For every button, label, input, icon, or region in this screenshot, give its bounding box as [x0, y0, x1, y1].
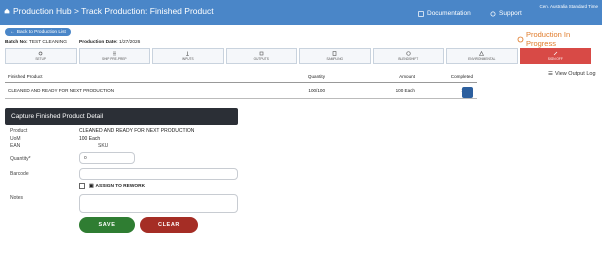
step-tabs: Setup Ship Pre-Prep Inputs Outputs Sampl…: [5, 48, 591, 64]
view-output-log-label: View Output Log: [554, 71, 596, 77]
breadcrumb: Production Hub > Track Production: Finis…: [4, 6, 214, 16]
batch-no-label: Batch No:: [5, 40, 28, 45]
view-output-log-link[interactable]: ☰ View Output Log: [548, 71, 596, 77]
col-amount: Amount: [399, 74, 415, 79]
log-icon: ☰: [548, 71, 553, 77]
clipboard-icon: [332, 51, 337, 56]
col-finished-product: Finished Product: [8, 74, 43, 79]
quantity-label: Quantity*: [10, 156, 31, 162]
back-label: Back to Production List: [16, 29, 66, 35]
product-value: CLEANED AND READY FOR NEXT PRODUCTION: [79, 128, 195, 134]
list-icon: [112, 51, 116, 56]
cell-quantity: 100/100: [308, 88, 325, 93]
home-icon: [4, 8, 10, 14]
production-date: Production Date: 1/27/2026: [79, 40, 140, 45]
finished-product-table: Finished Product Quantity Amount Complet…: [5, 71, 477, 99]
back-to-production-list-button[interactable]: ← Back to Production List: [5, 28, 71, 36]
tab-sampling[interactable]: Sampling: [299, 48, 371, 64]
tab-inputs[interactable]: Inputs: [152, 48, 224, 64]
tab-ship-pre-prep-label: Ship Pre-Prep: [101, 57, 127, 61]
col-completed: Completed: [450, 74, 473, 79]
pen-icon: [553, 51, 557, 56]
sku-label: SKU: [98, 143, 109, 149]
batch-no-value: TEST CLEANING: [28, 40, 67, 45]
headset-icon: [490, 11, 496, 16]
cart-icon: ▣: [89, 184, 94, 189]
tab-blendshift-label: Blendshift: [398, 57, 419, 61]
status-text: Production In Progress: [525, 30, 571, 48]
col-quantity: Quantity: [307, 74, 325, 79]
table-header: Finished Product Quantity Amount Complet…: [5, 71, 477, 83]
batch-no: Batch No: TEST CLEANING: [5, 40, 67, 45]
documentation-link[interactable]: Documentation: [418, 10, 471, 17]
support-link[interactable]: Support: [490, 10, 522, 17]
refresh-icon: [517, 36, 524, 42]
clear-button[interactable]: CLEAR: [140, 217, 198, 233]
table-row[interactable]: CLEANED AND READY FOR NEXT PRODUCTION 10…: [5, 83, 477, 99]
blend-icon: [406, 51, 411, 56]
tab-environmental-label: Environmental: [468, 57, 496, 61]
timezone-label: Cen. Australia Standard Time: [539, 4, 598, 9]
cell-product: CLEANED AND READY FOR NEXT PRODUCTION: [8, 88, 115, 93]
back-arrow-icon: ←: [10, 29, 15, 35]
breadcrumb-text: Production Hub > Track Production: Finis…: [13, 6, 214, 16]
status-badge: Production In Progress: [517, 30, 602, 48]
product-label: Product: [10, 128, 28, 134]
rework-label-group: ▣ ASSIGN TO REWORK: [89, 184, 145, 189]
top-bar: Production Hub > Track Production: Finis…: [0, 0, 602, 25]
cell-amount: 100 Each: [395, 88, 415, 93]
gear-icon: [38, 51, 43, 56]
quantity-input[interactable]: 0: [79, 152, 135, 164]
panel-title: Capture Finished Product Detail: [5, 108, 238, 125]
tab-setup-label: Setup: [35, 57, 47, 61]
production-date-label: Production Date:: [79, 40, 118, 45]
tab-setup[interactable]: Setup: [5, 48, 77, 64]
tab-outputs[interactable]: Outputs: [225, 48, 297, 64]
box-icon: [259, 51, 264, 56]
tab-ship-pre-prep[interactable]: Ship Pre-Prep: [78, 48, 150, 64]
documentation-label: Documentation: [427, 10, 471, 17]
rework-checkbox[interactable]: [79, 183, 85, 189]
tab-sampling-label: Sampling: [326, 57, 343, 61]
book-icon: [418, 10, 424, 17]
production-date-value: 1/27/2026: [119, 40, 141, 45]
tab-sign-off-label: Sign Off: [547, 57, 563, 61]
uom-label: UoM: [10, 136, 21, 142]
ean-label: EAN: [10, 143, 21, 149]
notes-input[interactable]: [79, 194, 238, 213]
barcode-input[interactable]: [79, 168, 238, 180]
save-button[interactable]: SAVE: [79, 217, 135, 233]
capture-icon[interactable]: [462, 87, 473, 98]
rework-label: ASSIGN TO REWORK: [95, 184, 146, 189]
warning-icon: [479, 51, 485, 56]
notes-label: Notes: [10, 195, 24, 201]
tab-sign-off[interactable]: Sign Off: [519, 48, 591, 64]
tab-outputs-label: Outputs: [253, 57, 269, 61]
uom-value: 100 Each: [79, 136, 101, 142]
support-label: Support: [499, 10, 522, 17]
scale-icon: [186, 51, 190, 56]
tab-environmental[interactable]: Environmental: [446, 48, 518, 64]
barcode-label: Barcode: [10, 171, 29, 177]
tab-blendshift[interactable]: Blendshift: [372, 48, 444, 64]
tab-inputs-label: Inputs: [181, 57, 194, 61]
